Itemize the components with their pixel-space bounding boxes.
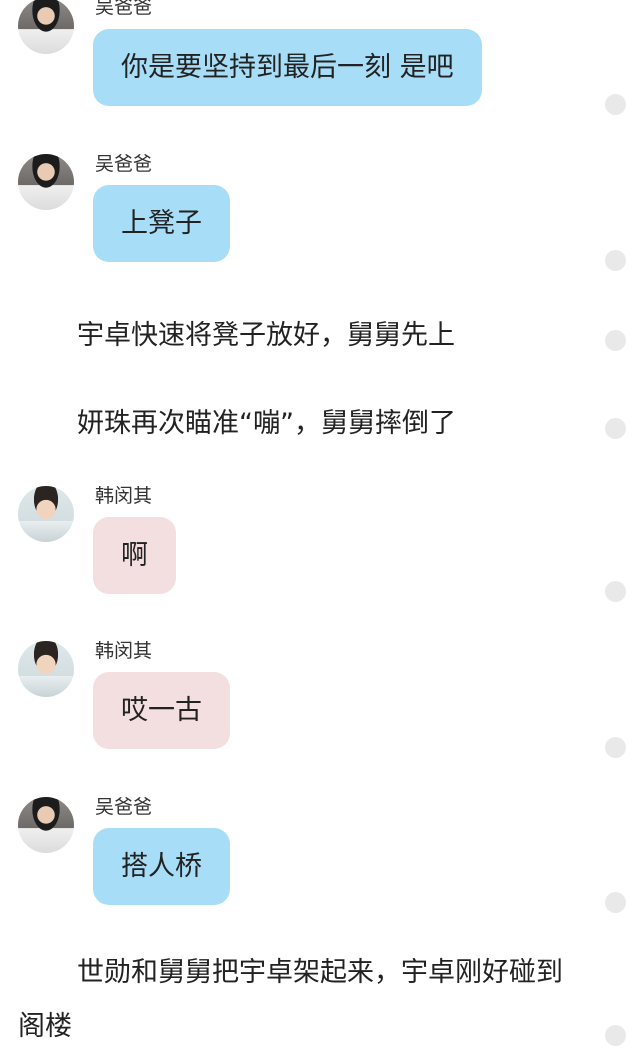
message-bubble[interactable]: 上凳子 [93,185,230,262]
gray-dot-icon[interactable] [605,1025,626,1046]
narration-text: 宇卓快速将凳子放好，舅舅先上 [77,320,455,351]
gray-dot-icon[interactable] [605,94,626,115]
message-bubble[interactable]: 搭人桥 [93,828,230,905]
sender-name: 韩闵其 [95,485,153,507]
gray-dot-icon[interactable] [605,250,626,271]
avatar[interactable] [18,0,74,54]
gray-dot-icon[interactable] [605,581,626,602]
message-bubble[interactable]: 啊 [93,517,176,594]
gray-dot-icon[interactable] [605,892,626,913]
avatar[interactable] [18,486,74,542]
sender-name: 吴爸爸 [95,0,153,18]
narration-text: 妍珠再次瞄准“嘣”，舅舅摔倒了 [77,408,456,439]
message-bubble[interactable]: 你是要坚持到最后一刻 是吧 [93,29,482,106]
narration-text: 世勋和舅舅把宇卓架起来，宇卓刚好碰到阁楼 [18,957,563,1042]
message-bubble[interactable]: 哎一古 [93,672,230,749]
gray-dot-icon[interactable] [605,418,626,439]
gray-dot-icon[interactable] [605,330,626,351]
avatar[interactable] [18,641,74,697]
sender-name: 韩闵其 [95,640,153,662]
sender-name: 吴爸爸 [95,796,153,818]
avatar[interactable] [18,797,74,853]
avatar[interactable] [18,154,74,210]
sender-name: 吴爸爸 [95,153,153,175]
gray-dot-icon[interactable] [605,737,626,758]
